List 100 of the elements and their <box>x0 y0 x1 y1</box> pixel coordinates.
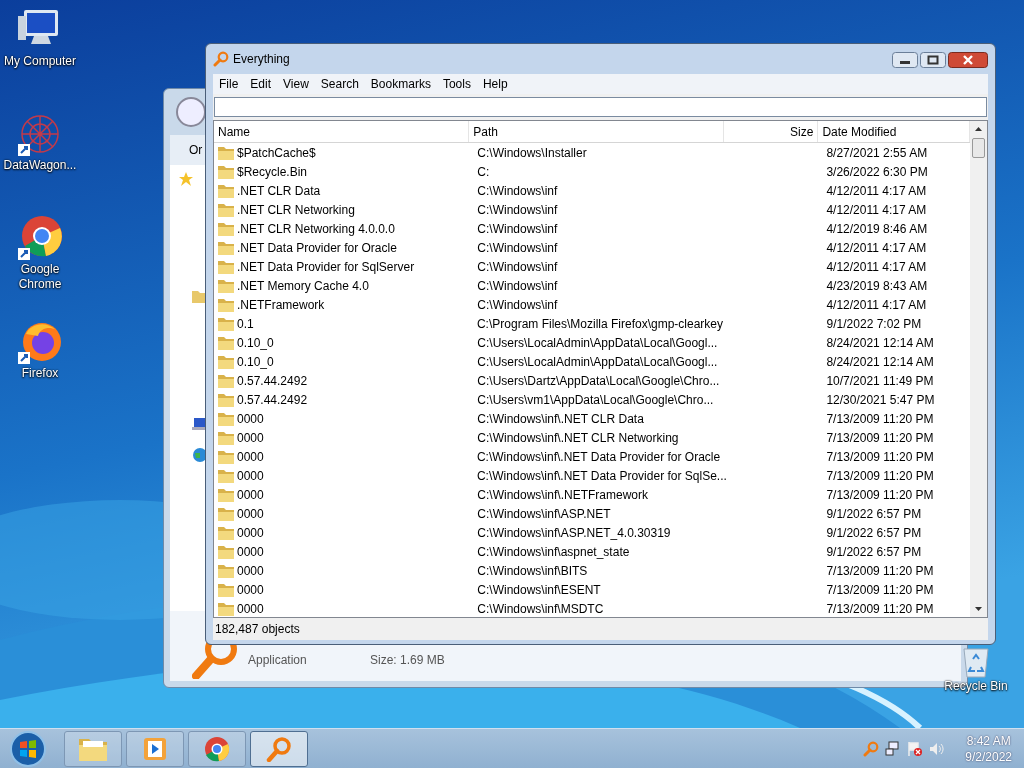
window-title: Everything <box>233 52 290 66</box>
maximize-button[interactable] <box>920 52 946 68</box>
file-name: .NETFramework <box>237 297 325 312</box>
file-name: $Recycle.Bin <box>237 164 308 179</box>
desktop-icon-label[interactable]: Firefox <box>2 366 78 381</box>
search-field[interactable] <box>214 97 987 117</box>
table-cell-text: 7/13/2009 11:20 PM <box>825 563 935 578</box>
folder-icon <box>78 736 108 762</box>
folder-icon <box>218 601 234 616</box>
folder-icon <box>218 278 234 293</box>
table-cell-text: C:\Windows\inf <box>476 297 559 312</box>
file-name: 0.57.44.2492 <box>237 392 308 407</box>
table-cell-text: 12/30/2021 5:47 PM <box>825 392 936 407</box>
table-cell-text: C:\Windows\inf\MSDTC <box>476 601 605 616</box>
menu-item[interactable]: Edit <box>244 77 278 91</box>
table-cell-text: 8/24/2021 12:14 AM <box>825 335 935 350</box>
menu-item[interactable]: Tools <box>436 77 477 91</box>
table-cell-text: C:\Windows\inf\.NET Data Provider for Oracle <box>475 449 722 464</box>
folder-icon <box>218 411 234 426</box>
table-cell-text: 4/12/2011 4:17 AM <box>825 259 928 274</box>
recycle-bin-icon[interactable] <box>961 645 991 679</box>
desktop-icon-label[interactable]: My Computer <box>2 54 78 69</box>
file-name: .NET CLR Networking <box>237 202 355 217</box>
close-button[interactable] <box>948 52 988 68</box>
folder-icon <box>218 354 234 369</box>
table-cell-text: 8/24/2021 12:14 AM <box>825 354 935 369</box>
table-cell-text: 9/1/2022 6:57 PM <box>825 525 923 540</box>
table-cell-text: 9/1/2022 7:02 PM <box>825 316 923 331</box>
file-name: $PatchCache$ <box>237 145 316 160</box>
file-type-text: Application <box>248 653 307 667</box>
taskbar-button[interactable] <box>250 731 308 767</box>
table-cell-text: 7/13/2009 11:20 PM <box>825 430 935 445</box>
table-cell-text: C:\Users\LocalAdmin\AppData\Local\Googl... <box>476 335 719 350</box>
table-cell-text: 9/1/2022 6:57 PM <box>825 506 923 521</box>
table-cell-text: 4/23/2019 8:43 AM <box>825 278 929 293</box>
folder-icon <box>218 240 234 255</box>
magnifier-icon <box>213 51 229 67</box>
column-header[interactable]: Name <box>214 121 470 142</box>
table-cell-text: 7/13/2009 11:20 PM <box>825 487 935 502</box>
star-icon <box>178 171 194 187</box>
desktop-icon-label[interactable]: Google Chrome <box>2 262 78 292</box>
column-header[interactable]: Path <box>469 121 724 142</box>
chrome-icon[interactable] <box>16 214 64 262</box>
table-cell-text: 4/12/2011 4:17 AM <box>825 297 928 312</box>
folder-icon <box>218 316 234 331</box>
status-text: 182,487 objects <box>215 622 300 636</box>
folder-icon <box>218 487 234 502</box>
table-cell-text: C:\Windows\inf\aspnet_state <box>476 544 631 559</box>
taskbar-button[interactable] <box>126 731 184 767</box>
table-cell-text: C:\Windows\inf\.NET Data Provider for SqlSe... <box>475 468 724 483</box>
taskbar-button[interactable] <box>64 731 122 767</box>
file-name: 0000 <box>237 487 264 502</box>
minimize-button[interactable] <box>892 52 918 68</box>
column-header[interactable]: Size <box>723 121 819 142</box>
folder-icon <box>218 449 234 464</box>
menu-item[interactable]: Help <box>476 77 514 91</box>
file-name: 0000 <box>237 601 264 616</box>
taskbar-button[interactable] <box>188 731 246 767</box>
table-cell-text: 3/26/2022 6:30 PM <box>825 164 929 179</box>
folder-icon <box>218 259 234 274</box>
table-cell-text: C:\Windows\inf\ESENT <box>476 582 602 597</box>
table-cell-text: C:\Windows\inf\ASP.NET_4.0.30319 <box>476 525 672 540</box>
network-icon[interactable] <box>885 741 902 757</box>
table-cell-text: C:\Windows\inf\ASP.NET <box>476 506 612 521</box>
file-name: 0.10_0 <box>237 335 274 350</box>
scroll-thumb[interactable] <box>972 138 985 158</box>
menu-item[interactable]: Search <box>314 77 365 91</box>
table-cell-text: C: <box>476 164 491 179</box>
table-cell-text: 10/7/2021 11:49 PM <box>825 373 935 388</box>
menu-item[interactable]: File <box>213 77 245 91</box>
organize-button[interactable]: Or <box>189 143 203 157</box>
table-cell-text: C:\Windows\Installer <box>476 145 588 160</box>
flag-icon[interactable] <box>907 741 924 757</box>
menu-item[interactable]: Bookmarks <box>364 77 437 91</box>
folder-icon <box>218 221 234 236</box>
table-cell-text: 7/13/2009 11:20 PM <box>825 468 935 483</box>
table-cell-text: C:\Windows\inf <box>476 259 559 274</box>
back-button[interactable] <box>176 97 206 127</box>
file-name: .NET CLR Networking 4.0.0.0 <box>237 221 395 236</box>
table-cell-text: 7/13/2009 11:20 PM <box>825 449 935 464</box>
folder-icon <box>218 544 234 559</box>
desktop-icon-label[interactable]: DataWagon... <box>2 158 78 173</box>
chrome-icon <box>202 736 232 762</box>
table-cell-text: C:\Windows\inf <box>476 221 559 236</box>
file-name: 0000 <box>237 544 264 559</box>
folder-icon <box>218 335 234 350</box>
table-cell-text: C:\Program Files\Mozilla Firefox\gmp-clearkey <box>475 316 724 331</box>
table-cell-text: 4/12/2011 4:17 AM <box>825 202 928 217</box>
table-cell-text: C:\Windows\inf\.NET CLR Networking <box>476 430 680 445</box>
file-name: 0.1 <box>237 316 254 331</box>
file-name: 0000 <box>237 525 264 540</box>
scrollbar[interactable] <box>970 121 987 617</box>
file-name: 0000 <box>237 506 264 521</box>
file-name: .NET Data Provider for SqlServer <box>237 259 415 274</box>
menu-item[interactable]: View <box>277 77 315 91</box>
table-cell-text: 9/1/2022 6:57 PM <box>825 544 923 559</box>
table-cell-text: C:\Windows\inf <box>476 183 559 198</box>
start-button[interactable] <box>8 729 48 768</box>
table-cell-text: 4/12/2011 4:17 AM <box>825 183 928 198</box>
table-cell-text: 7/13/2009 11:20 PM <box>825 582 935 597</box>
